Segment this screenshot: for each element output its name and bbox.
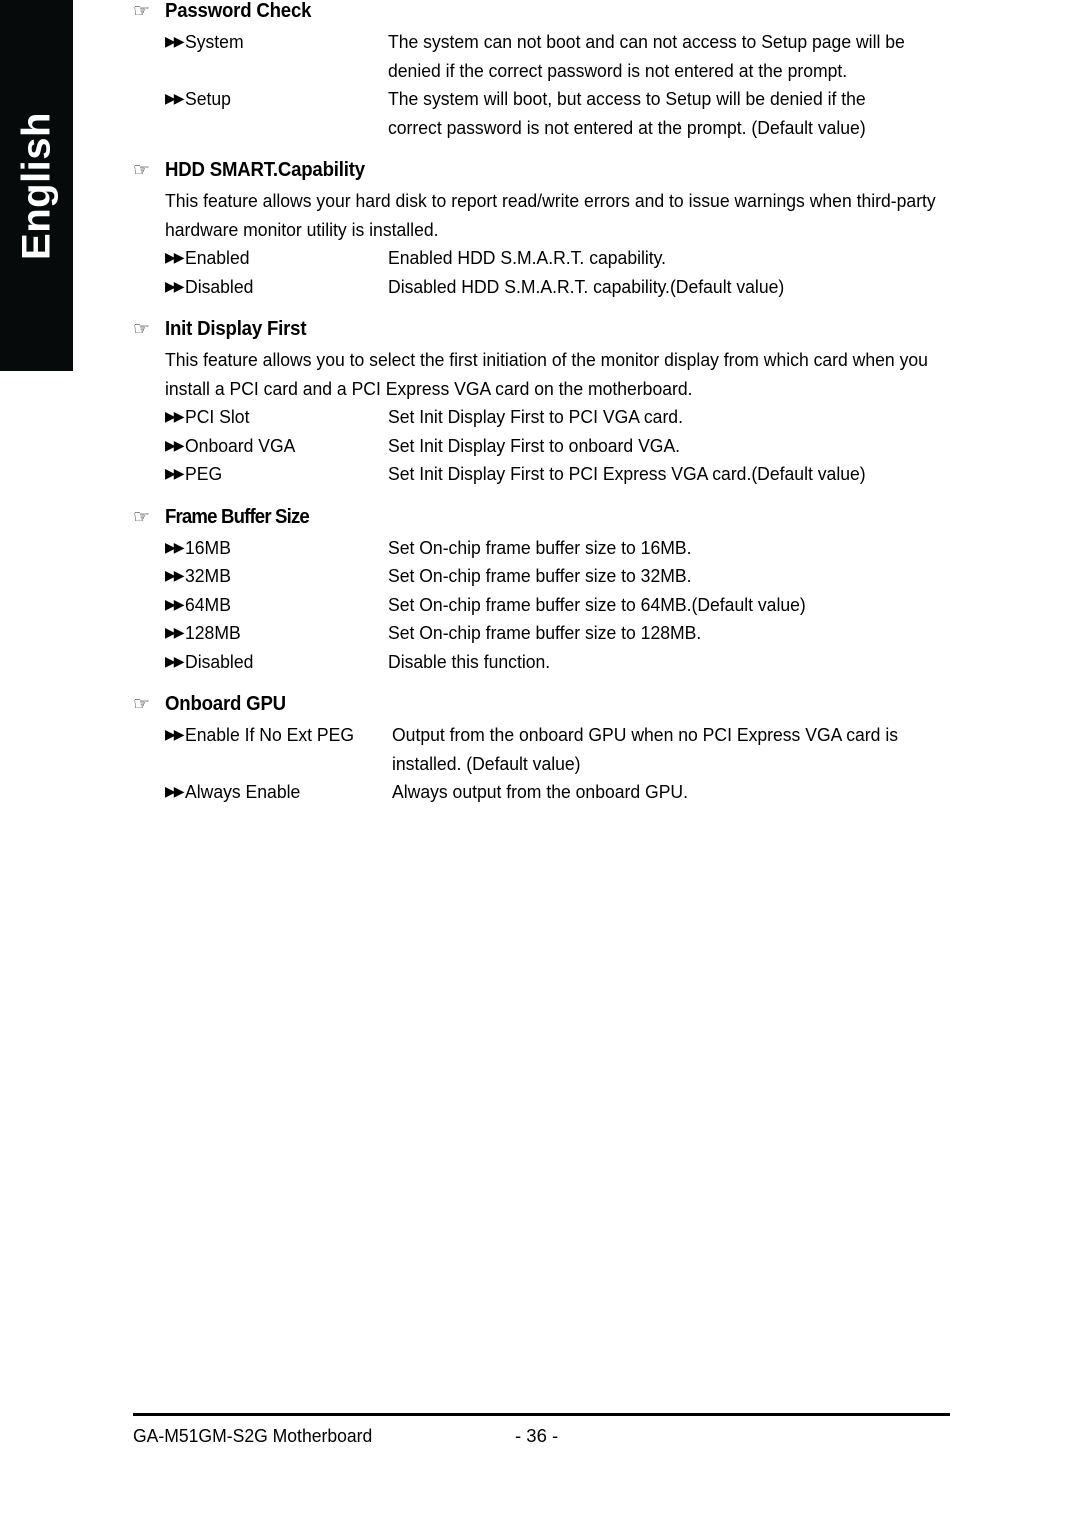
double-arrow-icon: ▶▶ bbox=[165, 784, 185, 800]
section-heading: ☞ HDD SMART.Capability bbox=[133, 159, 950, 182]
manual-section: ☞ Password Check ▶▶ System The system can no… bbox=[133, 0, 950, 142]
double-arrow-icon: ▶▶ bbox=[165, 653, 185, 670]
option-list: ▶▶ PCI Slot Set Init Display First to PCI … bbox=[165, 403, 950, 489]
option-row: ▶▶ 16MB Set On-chip frame buffer size to 1… bbox=[165, 534, 950, 563]
option-description: Disable this function. bbox=[388, 650, 551, 672]
option-label: 16MB bbox=[185, 536, 231, 558]
option-description: Enabled HDD S.M.A.R.T. capability. bbox=[388, 247, 667, 268]
option-list: ▶▶ Enabled Enabled HDD S.M.A.R.T. capabili… bbox=[165, 244, 950, 301]
manual-section: ☞ HDD SMART.Capability This feature allows… bbox=[133, 159, 950, 301]
footer-product-name: GA-M51GM-S2G Motherboard bbox=[133, 1425, 373, 1446]
option-description: Set Init Display First to PCI VGA card. bbox=[388, 406, 683, 427]
double-arrow-icon: ▶▶ bbox=[165, 409, 185, 425]
option-description: Set On-chip frame buffer size to 64MB.(D… bbox=[388, 593, 806, 615]
double-arrow-icon: ▶▶ bbox=[165, 596, 185, 613]
option-label: Enabled bbox=[185, 247, 250, 268]
manual-section: ☞ Frame Buffer Size ▶▶ 16MB Set On-chip fram… bbox=[133, 506, 950, 677]
option-description: The system can not boot and can not acce… bbox=[388, 31, 905, 81]
option-row: ▶▶ 64MB Set On-chip frame buffer size to 6… bbox=[165, 591, 950, 620]
pointing-hand-icon: ☞ bbox=[133, 505, 151, 528]
option-description: Set On-chip frame buffer size to 32MB. bbox=[388, 565, 692, 586]
option-list: ▶▶ 16MB Set On-chip frame buffer size to 1… bbox=[165, 534, 950, 677]
page-footer: GA-M51GM-S2G Motherboard - 36 - bbox=[133, 1413, 950, 1451]
option-row: ▶▶ Onboard VGA Set Init Display First to o… bbox=[165, 432, 950, 461]
double-arrow-icon: ▶▶ bbox=[165, 437, 185, 454]
option-label: Onboard VGA bbox=[185, 434, 296, 456]
manual-content: ☞ Password Check ▶▶ System The system can no… bbox=[133, 0, 950, 1532]
pointing-hand-icon: ☞ bbox=[133, 0, 151, 22]
option-list: ▶▶ System The system can not boot and can … bbox=[165, 28, 950, 142]
manual-section: ☞ Init Display First This feature allows y… bbox=[133, 318, 950, 489]
section-title: Onboard GPU bbox=[165, 693, 286, 715]
option-description: Disabled HDD S.M.A.R.T. capability.(Defa… bbox=[388, 275, 785, 297]
language-tab: English bbox=[0, 0, 73, 371]
option-row: ▶▶ 128MB Set On-chip frame buffer size to … bbox=[165, 619, 950, 648]
language-tab-label: English bbox=[14, 111, 58, 260]
option-row: ▶▶ Enable If No Ext PEG Output from the on… bbox=[165, 721, 950, 778]
option-label: PEG bbox=[185, 463, 223, 484]
section-title: Init Display First bbox=[165, 318, 307, 340]
option-description: Set On-chip frame buffer size to 16MB. bbox=[388, 536, 692, 558]
double-arrow-icon: ▶▶ bbox=[165, 278, 185, 295]
pointing-hand-icon: ☞ bbox=[133, 318, 151, 340]
pointing-hand-icon: ☞ bbox=[133, 159, 151, 181]
option-row: ▶▶ 32MB Set On-chip frame buffer size to 3… bbox=[165, 562, 950, 591]
section-body: This feature allows you to select the fi… bbox=[165, 349, 928, 399]
option-description: Set Init Display First to PCI Express VG… bbox=[388, 463, 866, 484]
double-arrow-icon: ▶▶ bbox=[165, 568, 185, 584]
section-heading: ☞ Init Display First bbox=[133, 318, 950, 341]
option-description: Set On-chip frame buffer size to 128MB. bbox=[388, 622, 702, 643]
option-row: ▶▶ Setup The system will boot, but access … bbox=[165, 85, 950, 142]
footer-text: GA-M51GM-S2G Motherboard - 36 - bbox=[133, 1421, 950, 1451]
footer-page-number: - 36 - bbox=[515, 1425, 559, 1446]
option-label: Enable If No Ext PEG bbox=[185, 724, 355, 745]
option-row: ▶▶ System The system can not boot and can … bbox=[165, 28, 950, 85]
option-label: 128MB bbox=[185, 622, 241, 643]
double-arrow-icon: ▶▶ bbox=[165, 539, 185, 556]
option-row: ▶▶ PCI Slot Set Init Display First to PCI … bbox=[165, 403, 950, 432]
section-heading: ☞ Password Check bbox=[133, 0, 950, 23]
option-row: ▶▶ Enabled Enabled HDD S.M.A.R.T. capabili… bbox=[165, 244, 950, 273]
option-label: Disabled bbox=[185, 650, 254, 672]
option-label: Setup bbox=[185, 88, 231, 109]
option-label: Always Enable bbox=[185, 781, 301, 802]
double-arrow-icon: ▶▶ bbox=[165, 91, 185, 107]
section-heading: ☞ Frame Buffer Size bbox=[133, 506, 950, 529]
double-arrow-icon: ▶▶ bbox=[165, 625, 185, 641]
option-label: 64MB bbox=[185, 593, 231, 615]
section-title: Password Check bbox=[165, 0, 312, 22]
double-arrow-icon: ▶▶ bbox=[165, 34, 185, 50]
option-row: ▶▶ PEG Set Init Display First to PCI Expre… bbox=[165, 460, 950, 489]
option-description: Set Init Display First to onboard VGA. bbox=[388, 434, 681, 456]
footer-divider bbox=[133, 1413, 950, 1416]
double-arrow-icon: ▶▶ bbox=[165, 250, 185, 266]
double-arrow-icon: ▶▶ bbox=[165, 466, 185, 482]
option-list: ▶▶ Enable If No Ext PEG Output from the on… bbox=[165, 721, 950, 807]
option-description: Always output from the onboard GPU. bbox=[392, 781, 688, 802]
section-title: HDD SMART.Capability bbox=[165, 159, 365, 181]
manual-section: ☞ Onboard GPU ▶▶ Enable If No Ext PEG Output… bbox=[133, 693, 950, 807]
option-label: PCI Slot bbox=[185, 406, 250, 427]
section-title: Frame Buffer Size bbox=[165, 505, 310, 528]
pointing-hand-icon: ☞ bbox=[133, 693, 151, 715]
option-label: Disabled bbox=[185, 275, 254, 297]
option-row: ▶▶ Always Enable Always output from the on… bbox=[165, 778, 950, 807]
option-row: ▶▶ Disabled Disabled HDD S.M.A.R.T. capabi… bbox=[165, 273, 950, 302]
section-heading: ☞ Onboard GPU bbox=[133, 693, 950, 716]
option-label: System bbox=[185, 31, 244, 52]
option-description: The system will boot, but access to Setu… bbox=[388, 88, 866, 138]
section-body: This feature allows your hard disk to re… bbox=[165, 190, 936, 240]
option-row: ▶▶ Disabled Disable this function. bbox=[165, 648, 950, 677]
option-description: Output from the onboard GPU when no PCI … bbox=[392, 724, 899, 774]
double-arrow-icon: ▶▶ bbox=[165, 727, 185, 743]
option-label: 32MB bbox=[185, 565, 231, 586]
